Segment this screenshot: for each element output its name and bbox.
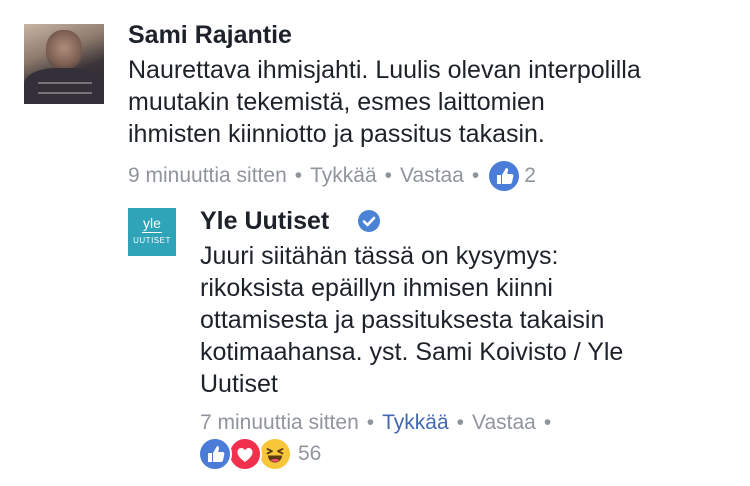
avatar-face <box>46 30 82 70</box>
comment-text: Naurettava ihmisjahti. Luulis olevan int… <box>128 54 728 150</box>
avatar-shirt-print <box>38 82 92 94</box>
separator-dot: • <box>543 411 552 434</box>
separator-dot: • <box>366 411 375 434</box>
reply-meta: 7 minuuttia sitten • Tykkää • Vastaa • <box>200 409 559 437</box>
like-icon[interactable] <box>487 159 522 193</box>
reaction-summary[interactable]: 56 <box>198 437 321 471</box>
separator-dot: • <box>456 411 465 434</box>
yle-logo-subtext: UUTISET <box>133 236 171 245</box>
reaction-count[interactable]: 2 <box>524 162 536 190</box>
reply-text-line: Uutiset <box>200 370 278 398</box>
avatar[interactable] <box>24 24 104 104</box>
separator-dot: • <box>294 164 303 187</box>
yle-logo-text: yle <box>143 215 161 231</box>
love-icon <box>228 437 262 471</box>
reaction-count: 56 <box>298 442 322 465</box>
reply-text-line: Juuri siitähän tässä on kysymys: <box>200 242 559 270</box>
separator-dot: • <box>471 164 480 187</box>
comment-author[interactable]: Sami Rajantie <box>128 20 292 50</box>
reply-author[interactable]: Yle Uutiset <box>200 206 329 236</box>
reply-text: Juuri siitähän tässä on kysymys: rikoksi… <box>200 240 720 400</box>
reply-timestamp[interactable]: 7 minuuttia sitten <box>200 409 359 437</box>
reply-link[interactable]: Vastaa <box>472 409 536 437</box>
reply-text-line: kotimaahansa. yst. Sami Koivisto / Yle <box>200 338 624 366</box>
like-link-active[interactable]: Tykkää <box>382 409 449 437</box>
comment-text-line: ihmisten kiinniotto ja passitus takasin. <box>128 120 545 148</box>
separator-dot: • <box>384 164 393 187</box>
comment-text-line: muutakin tekemistä, esmes laittomien <box>128 88 545 116</box>
verified-badge-icon <box>358 210 380 232</box>
comment-timestamp[interactable]: 9 minuuttia sitten <box>128 162 287 190</box>
haha-icon <box>258 437 292 471</box>
comment-meta: 9 minuuttia sitten • Tykkää • Vastaa • 2 <box>128 159 536 193</box>
avatar-yle-logo[interactable]: yle UUTISET <box>128 208 176 256</box>
reply-text-line: rikoksista epäillyn ihmisen kiinni <box>200 274 553 302</box>
like-link[interactable]: Tykkää <box>310 162 377 190</box>
like-icon <box>198 437 232 471</box>
reply-text-line: ottamisesta ja passituksesta takaisin <box>200 306 605 334</box>
comment-text-line: Naurettava ihmisjahti. Luulis olevan int… <box>128 56 641 84</box>
reply-link[interactable]: Vastaa <box>400 162 464 190</box>
yle-logo-divider <box>142 232 162 233</box>
